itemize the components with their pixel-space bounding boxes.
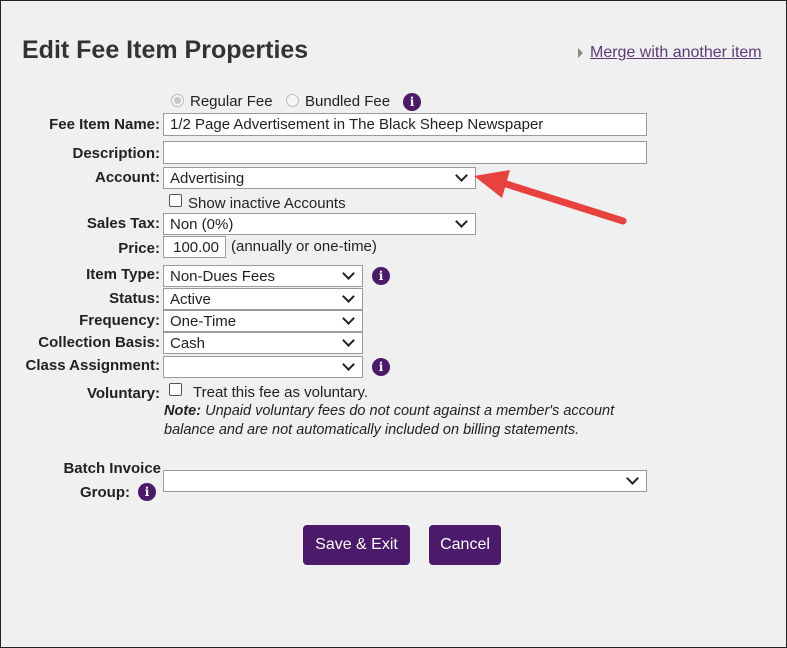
price-input[interactable]: 100.00 — [163, 236, 226, 258]
price-label: Price: — [118, 240, 160, 257]
chevron-down-icon — [342, 312, 355, 325]
regular-fee-radio[interactable] — [171, 94, 184, 107]
note-text: Unpaid voluntary fees do not count again… — [164, 403, 615, 438]
price-note: (annually or one-time) — [231, 238, 377, 255]
triangle-right-icon — [578, 48, 583, 58]
bundled-fee-radio[interactable] — [286, 94, 299, 107]
account-label: Account: — [95, 169, 160, 186]
voluntary-checkbox[interactable] — [169, 383, 182, 396]
red-arrow-annotation — [474, 170, 627, 225]
chevron-down-icon — [342, 290, 355, 303]
voluntary-checkbox-label: Treat this fee as voluntary. — [193, 384, 369, 401]
sales-tax-select[interactable]: Non (0%) — [163, 213, 476, 235]
chevron-down-icon — [342, 334, 355, 347]
fee-item-name-input[interactable]: 1/2 Page Advertisement in The Black Shee… — [163, 113, 647, 136]
info-icon[interactable]: i — [403, 93, 421, 111]
cancel-button[interactable]: Cancel — [429, 525, 501, 565]
arrow-head — [474, 170, 510, 198]
batch-invoice-label-line2: Group: — [80, 484, 130, 501]
voluntary-note: Note: Unpaid voluntary fees do not count… — [164, 402, 634, 440]
status-select[interactable]: Active — [163, 288, 363, 310]
note-prefix: Note: — [164, 403, 202, 419]
chevron-down-icon — [342, 358, 355, 371]
chevron-down-icon — [342, 267, 355, 280]
batch-invoice-group-select[interactable] — [163, 470, 647, 492]
fee-item-name-label: Fee Item Name: — [49, 116, 160, 133]
frequency-value: One-Time — [170, 312, 237, 330]
info-icon[interactable]: i — [138, 483, 156, 501]
description-label: Description: — [72, 145, 160, 162]
collection-basis-label: Collection Basis: — [38, 334, 160, 351]
merge-with-another-item-link[interactable]: Merge with another item — [590, 44, 762, 62]
info-icon[interactable]: i — [372, 267, 390, 285]
regular-fee-label: Regular Fee — [190, 93, 273, 110]
account-value: Advertising — [170, 169, 245, 187]
item-type-value: Non-Dues Fees — [170, 267, 276, 285]
collection-basis-select[interactable]: Cash — [163, 332, 363, 354]
item-type-select[interactable]: Non-Dues Fees — [163, 265, 363, 287]
status-label: Status: — [109, 290, 160, 307]
class-assignment-select[interactable] — [163, 356, 363, 378]
description-input[interactable] — [163, 141, 647, 164]
chevron-down-icon — [455, 169, 468, 182]
batch-invoice-label-line1: Batch Invoice — [63, 460, 161, 477]
info-icon[interactable]: i — [372, 358, 390, 376]
show-inactive-label: Show inactive Accounts — [188, 195, 346, 212]
sales-tax-label: Sales Tax: — [86, 215, 160, 232]
sales-tax-value: Non (0%) — [170, 215, 234, 233]
class-assignment-label: Class Assignment: — [25, 357, 160, 374]
collection-basis-value: Cash — [170, 334, 206, 352]
status-value: Active — [170, 290, 211, 308]
show-inactive-checkbox[interactable] — [169, 194, 182, 207]
merge-link-wrap: Merge with another item — [578, 44, 762, 62]
arrow-shaft — [496, 178, 627, 225]
save-and-exit-button[interactable]: Save & Exit — [303, 525, 410, 565]
account-select[interactable]: Advertising — [163, 167, 476, 189]
frequency-label: Frequency: — [79, 312, 160, 329]
item-type-label: Item Type: — [86, 266, 160, 283]
chevron-down-icon — [455, 215, 468, 228]
frequency-select[interactable]: One-Time — [163, 310, 363, 332]
voluntary-label: Voluntary: — [86, 385, 160, 402]
chevron-down-icon — [626, 472, 639, 485]
page-title: Edit Fee Item Properties — [22, 36, 309, 64]
bundled-fee-label: Bundled Fee — [305, 93, 391, 110]
